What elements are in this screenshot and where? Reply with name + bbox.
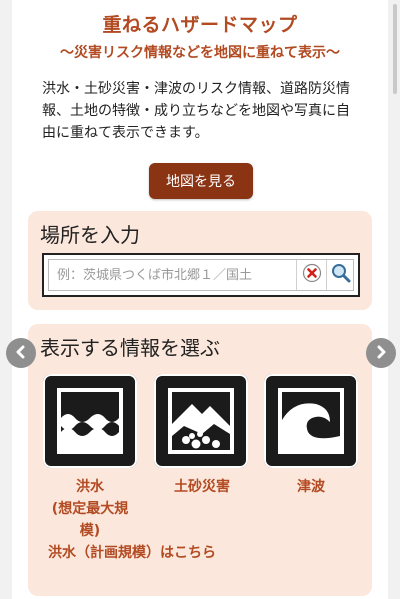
page-subtitle: 〜災害リスク情報などを地図に重ねて表示〜	[60, 45, 340, 61]
flood-tile[interactable]	[43, 374, 137, 468]
info-panel-title: 表示する情報を選ぶ	[40, 336, 220, 360]
search-button[interactable]	[326, 260, 355, 290]
flood-label-scale: (想定最大規 模)	[51, 501, 129, 539]
landslide-icon	[168, 388, 234, 454]
flood-icon	[57, 388, 123, 454]
left-edge	[0, 0, 12, 599]
tsunami-label[interactable]: 津波	[264, 476, 358, 496]
place-input-panel: 場所を入力	[28, 211, 372, 310]
scrollbar-thumb[interactable]	[393, 4, 397, 94]
next-arrow-button[interactable]	[366, 338, 396, 368]
previous-arrow-button[interactable]	[6, 338, 36, 368]
search-field-container	[48, 259, 354, 291]
landslide-tile[interactable]	[154, 374, 248, 468]
clear-icon	[302, 263, 322, 287]
place-panel-title: 場所を入力	[40, 223, 140, 247]
page-title: 重ねるハザードマップ	[102, 14, 298, 36]
scrollbar[interactable]	[388, 0, 400, 599]
tsunami-tile[interactable]	[264, 374, 358, 468]
planned-scale-flood-link[interactable]: 洪水（計画規模）はこちら	[48, 542, 216, 562]
flood-label[interactable]: 洪水 (想定最大規 模)	[40, 476, 140, 542]
page: 重ねるハザードマップ 〜災害リスク情報などを地図に重ねて表示〜 洪水・土砂災害・…	[0, 0, 400, 599]
info-select-panel: 表示する情報を選ぶ 洪水 (想定最大規 模) 土砂災害 津波 洪水（計画規模）は…	[28, 324, 372, 596]
landslide-label[interactable]: 土砂災害	[154, 476, 250, 496]
chevron-right-icon	[374, 344, 388, 363]
description-text: 洪水・土砂災害・津波のリスク情報、道路防災情報、土地の特徴・成り立ちなどを地図や…	[42, 81, 350, 141]
place-search-input[interactable]	[57, 260, 289, 290]
search-icon	[330, 262, 352, 288]
chevron-left-icon	[14, 344, 28, 363]
view-map-button[interactable]: 地図を見る	[149, 163, 253, 199]
clear-button[interactable]	[296, 260, 327, 290]
tsunami-icon	[278, 388, 344, 454]
flood-label-name: 洪水	[76, 479, 104, 495]
search-box	[42, 253, 360, 297]
